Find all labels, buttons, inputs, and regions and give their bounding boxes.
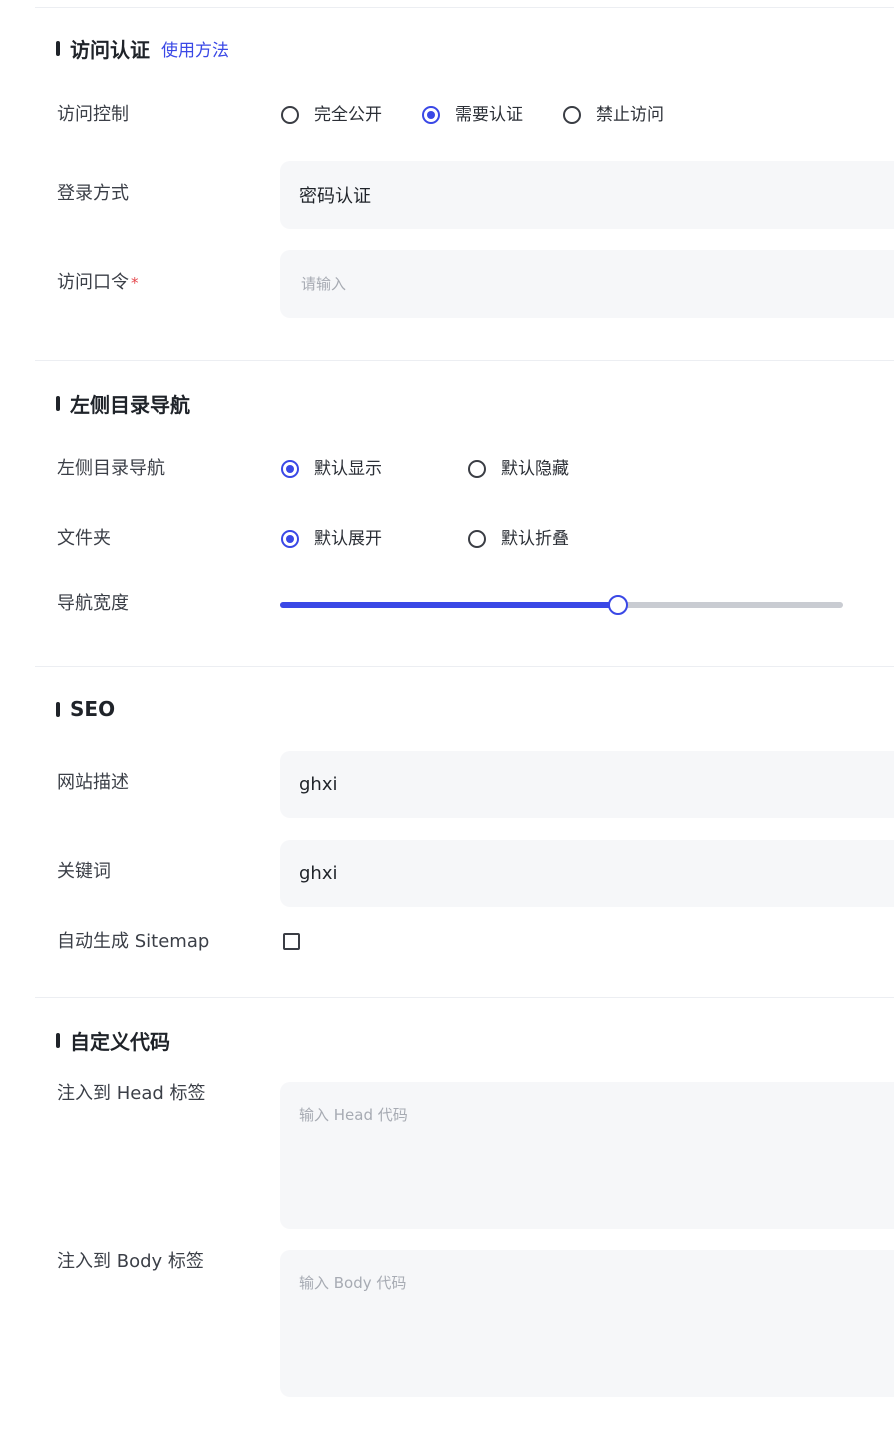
login-method-label: 登录方式 <box>57 183 129 204</box>
section-title: 自定义代码 <box>70 1029 170 1054</box>
sitemap-checkbox[interactable] <box>283 933 300 950</box>
slider-thumb[interactable] <box>607 595 628 615</box>
sitemap-label: 自动生成 Sitemap <box>57 931 210 952</box>
section-marker <box>56 395 60 411</box>
section-marker <box>56 1032 60 1048</box>
top-divider <box>35 7 894 8</box>
radio-label: 需要认证 <box>455 105 523 125</box>
head-code-textarea[interactable] <box>280 1082 894 1229</box>
access-control-label: 访问控制 <box>57 104 129 125</box>
radio-circle-checked[interactable] <box>422 106 440 124</box>
radio-circle-checked[interactable] <box>281 530 299 548</box>
radio-folder-expand[interactable]: 默认展开 <box>281 528 382 550</box>
radio-label: 完全公开 <box>314 105 382 125</box>
nav-width-label: 导航宽度 <box>57 593 129 614</box>
radio-public[interactable]: 完全公开 <box>281 104 382 126</box>
radio-nav-show[interactable]: 默认显示 <box>281 458 382 480</box>
radio-label: 默认折叠 <box>501 529 569 549</box>
section-divider <box>35 666 894 667</box>
radio-circle[interactable] <box>468 460 486 478</box>
folder-label: 文件夹 <box>57 528 111 549</box>
section-title: 左侧目录导航 <box>70 392 190 417</box>
nav-width-slider[interactable] <box>280 595 843 615</box>
section-divider <box>35 360 894 361</box>
passcode-label: 访问口令 * <box>57 271 139 295</box>
radio-circle[interactable] <box>563 106 581 124</box>
radio-circle-checked[interactable] <box>281 460 299 478</box>
radio-forbid[interactable]: 禁止访问 <box>563 104 664 126</box>
section-custom-code: 自定义代码 <box>56 1025 170 1055</box>
section-marker <box>56 40 60 56</box>
section-seo: SEO <box>56 694 115 724</box>
section-marker <box>56 701 60 717</box>
usage-help-link[interactable]: 使用方法 <box>161 36 229 61</box>
site-description-label: 网站描述 <box>57 772 129 793</box>
site-description-value: ghxi <box>299 774 338 795</box>
login-method-select[interactable]: 密码认证 <box>280 161 894 229</box>
section-divider <box>35 997 894 998</box>
required-mark: * <box>131 274 139 292</box>
keywords-value: ghxi <box>299 863 338 884</box>
radio-require-auth[interactable]: 需要认证 <box>422 104 523 126</box>
passcode-input[interactable] <box>299 274 863 294</box>
radio-label: 默认展开 <box>314 529 382 549</box>
section-access-auth: 访问认证 使用方法 <box>56 33 229 63</box>
radio-circle[interactable] <box>281 106 299 124</box>
keywords-field[interactable]: ghxi <box>280 840 894 907</box>
radio-label: 默认隐藏 <box>501 459 569 479</box>
section-left-nav: 左侧目录导航 <box>56 388 190 418</box>
body-code-textarea[interactable] <box>280 1250 894 1397</box>
head-code-label: 注入到 Head 标签 <box>57 1083 206 1104</box>
radio-label: 默认显示 <box>314 459 382 479</box>
keywords-label: 关键词 <box>57 861 111 882</box>
radio-label: 禁止访问 <box>596 105 664 125</box>
section-title: 访问认证 <box>70 37 150 62</box>
radio-folder-collapse[interactable]: 默认折叠 <box>468 528 569 550</box>
section-title: SEO <box>70 697 116 721</box>
passcode-label-text: 访问口令 <box>57 272 129 293</box>
radio-nav-hide[interactable]: 默认隐藏 <box>468 458 569 480</box>
site-description-field[interactable]: ghxi <box>280 751 894 818</box>
login-method-value: 密码认证 <box>299 186 371 207</box>
nav-display-label: 左侧目录导航 <box>57 458 165 479</box>
passcode-field[interactable] <box>280 250 894 318</box>
radio-circle[interactable] <box>468 530 486 548</box>
slider-fill <box>280 602 618 608</box>
body-code-label: 注入到 Body 标签 <box>57 1251 204 1272</box>
